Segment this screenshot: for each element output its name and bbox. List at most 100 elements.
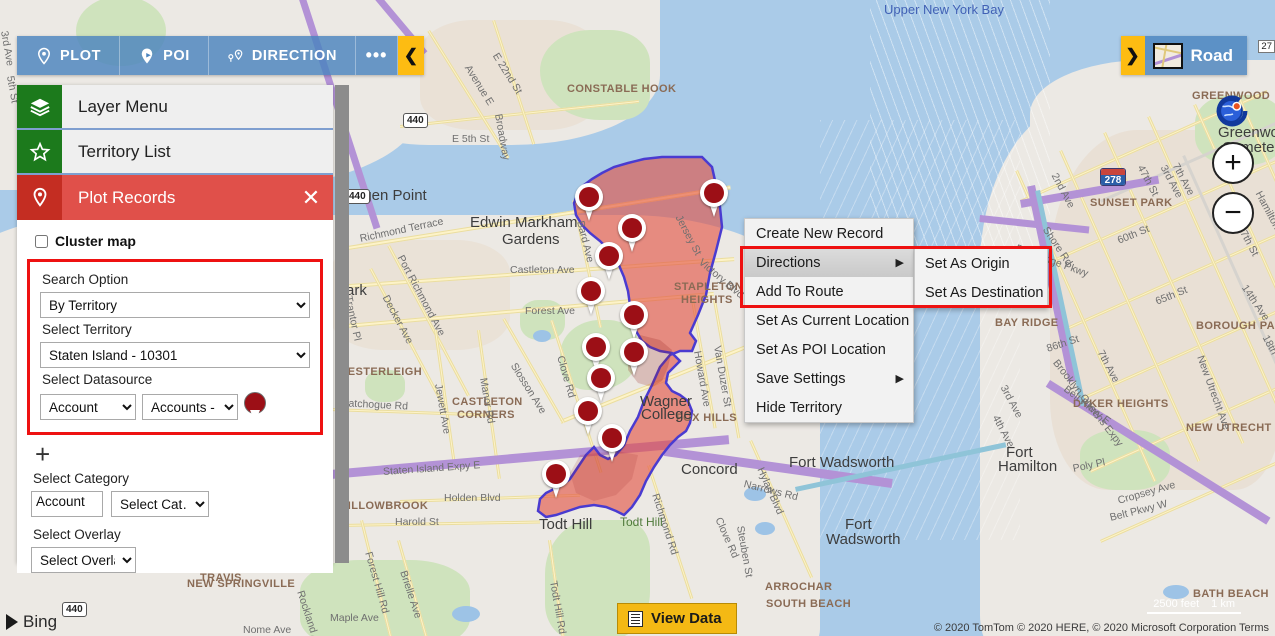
- layers-icon: [17, 85, 62, 128]
- map-water-pond4: [452, 606, 480, 622]
- category-select[interactable]: Select Cat…: [111, 491, 209, 517]
- cluster-map-label: Cluster map: [55, 233, 136, 249]
- select-territory-select[interactable]: Staten Island - 10301: [40, 342, 310, 368]
- poi-flag-icon: [138, 47, 156, 65]
- map-record-pin[interactable]: [620, 301, 648, 339]
- search-option-highlight-box: Search Option By Territory Select Territ…: [27, 259, 323, 435]
- toolbar-item-poi-label: POI: [163, 47, 190, 64]
- category-row: Account Select Cat…: [31, 491, 319, 517]
- toolbar-more-button[interactable]: •••: [356, 36, 399, 75]
- toolbar-item-plot-label: PLOT: [60, 47, 102, 64]
- globe-locate-icon[interactable]: [1213, 92, 1251, 130]
- context-menu-item[interactable]: Add To Route: [745, 277, 913, 306]
- panel-item-plot-records-label: Plot Records: [78, 187, 176, 207]
- map-record-pin[interactable]: [542, 460, 570, 498]
- bing-b-icon: [6, 614, 18, 630]
- map-toolbar: PLOT POI DIRECTION ••• ❮: [17, 36, 425, 75]
- submenu-arrow-icon: ▶: [895, 373, 904, 385]
- map-record-pin[interactable]: [598, 424, 626, 462]
- left-panel: Layer Menu Territory List Plot Records ✕…: [17, 85, 349, 573]
- toolbar-item-poi[interactable]: POI: [120, 36, 209, 75]
- pin-icon: [17, 175, 62, 220]
- star-icon: [17, 130, 62, 173]
- context-menu-item[interactable]: Set As POI Location: [745, 335, 913, 364]
- map-context-submenu: Set As Origin Set As Destination: [914, 248, 1048, 308]
- route-shield-icon: 440: [62, 602, 87, 617]
- datasource-row: Account Accounts - S: [40, 392, 310, 422]
- bing-label: Bing: [23, 612, 58, 631]
- toolbar-item-direction-label: DIRECTION: [251, 47, 338, 64]
- interstate-shield-icon: 278: [1100, 168, 1126, 186]
- datasource-marker-color-icon[interactable]: [244, 392, 266, 422]
- map-type-selector[interactable]: ❯ Road: [1120, 36, 1247, 75]
- category-object-field[interactable]: Account: [31, 491, 103, 517]
- select-overlay-label: Select Overlay: [33, 527, 121, 542]
- select-territory-label: Select Territory: [42, 322, 132, 337]
- search-option-label: Search Option: [42, 272, 129, 287]
- map-type-count-badge: 27: [1258, 40, 1275, 53]
- map-record-pin[interactable]: [575, 183, 603, 221]
- select-category-label: Select Category: [33, 471, 130, 486]
- zoom-out-button[interactable]: −: [1212, 192, 1254, 234]
- direction-pins-icon: [227, 47, 245, 65]
- search-option-select[interactable]: By Territory: [40, 292, 310, 318]
- view-data-button[interactable]: View Data: [617, 603, 737, 634]
- add-datasource-button[interactable]: +: [35, 441, 319, 467]
- context-menu-item[interactable]: Save Settings ▶: [745, 364, 913, 393]
- submenu-arrow-icon: ▶: [895, 257, 904, 269]
- map-record-pin[interactable]: [700, 179, 728, 217]
- context-menu-item-label: Create New Record: [756, 225, 884, 242]
- context-submenu-item[interactable]: Set As Origin: [915, 249, 1047, 278]
- route-shield-icon: 440: [403, 113, 428, 128]
- map-urban-si: [330, 240, 510, 350]
- context-menu-item-label: Set As POI Location: [756, 341, 886, 358]
- map-scale-bar: 2500 feet 1 km: [1147, 598, 1241, 614]
- plot-records-form: Cluster map Search Option By Territory S…: [17, 220, 333, 573]
- map-type-thumbnail-icon: [1152, 42, 1183, 69]
- context-menu-item-label: Set As Current Location: [756, 312, 910, 329]
- context-menu-item[interactable]: Hide Territory: [745, 393, 913, 422]
- map-record-pin[interactable]: [577, 277, 605, 315]
- context-menu-item-label: Save Settings: [756, 370, 846, 387]
- context-menu-item[interactable]: Directions ▶: [745, 248, 913, 277]
- datasource-view-select[interactable]: Accounts - S: [142, 394, 238, 420]
- bing-logo[interactable]: Bing: [6, 612, 57, 632]
- context-menu-item[interactable]: Create New Record: [745, 219, 913, 248]
- map-type-name: Road: [1190, 45, 1234, 65]
- overlay-select[interactable]: Select Overlay: [31, 547, 136, 573]
- panel-item-territory-list[interactable]: Territory List: [17, 130, 333, 175]
- map-type-expand-button[interactable]: ❯: [1120, 36, 1145, 75]
- datasource-object-select[interactable]: Account: [40, 394, 136, 420]
- map-record-pin[interactable]: [620, 338, 648, 376]
- context-submenu-item[interactable]: Set As Destination: [915, 278, 1047, 307]
- toolbar-item-direction[interactable]: DIRECTION: [209, 36, 357, 75]
- context-menu-item[interactable]: Set As Current Location: [745, 306, 913, 335]
- panel-item-plot-records[interactable]: Plot Records ✕: [17, 175, 333, 220]
- map-attribution: © 2020 TomTom © 2020 HERE, © 2020 Micros…: [934, 622, 1269, 634]
- map-context-menu: Create New Record Directions ▶ Add To Route…: [744, 218, 914, 423]
- zoom-in-button[interactable]: +: [1212, 142, 1254, 184]
- toolbar-collapse-button[interactable]: ❮: [398, 36, 425, 75]
- panel-item-territory-list-label: Territory List: [78, 141, 171, 161]
- cluster-map-checkbox[interactable]: [35, 234, 48, 248]
- scale-km: 1 km: [1205, 598, 1241, 614]
- close-icon[interactable]: ✕: [289, 175, 333, 220]
- plot-pin-icon: [35, 47, 53, 65]
- grid-icon: [628, 610, 643, 627]
- map-water-pond2: [744, 487, 766, 501]
- toolbar-item-plot[interactable]: PLOT: [17, 36, 121, 75]
- panel-scrollbar[interactable]: [335, 85, 349, 563]
- panel-item-layer-menu[interactable]: Layer Menu: [17, 85, 333, 130]
- context-menu-item-label: Hide Territory: [756, 399, 842, 416]
- map-record-pin[interactable]: [595, 242, 623, 280]
- context-menu-item-label: Directions: [756, 254, 821, 271]
- context-menu-item-label: Add To Route: [756, 283, 844, 300]
- app-root: Upper New York Bay CONSTABLE HOOK WESTERLE…: [0, 0, 1275, 636]
- panel-item-layer-menu-label: Layer Menu: [78, 96, 168, 116]
- attribution-text: © 2020 TomTom © 2020 HERE, © 2020 Micros…: [933, 622, 1237, 634]
- map-water-pond5: [1163, 585, 1189, 599]
- terms-link[interactable]: Terms: [1239, 622, 1269, 634]
- cluster-map-checkbox-row[interactable]: Cluster map: [35, 233, 319, 249]
- map-park-si3: [365, 370, 405, 402]
- map-water-pond3: [755, 522, 775, 535]
